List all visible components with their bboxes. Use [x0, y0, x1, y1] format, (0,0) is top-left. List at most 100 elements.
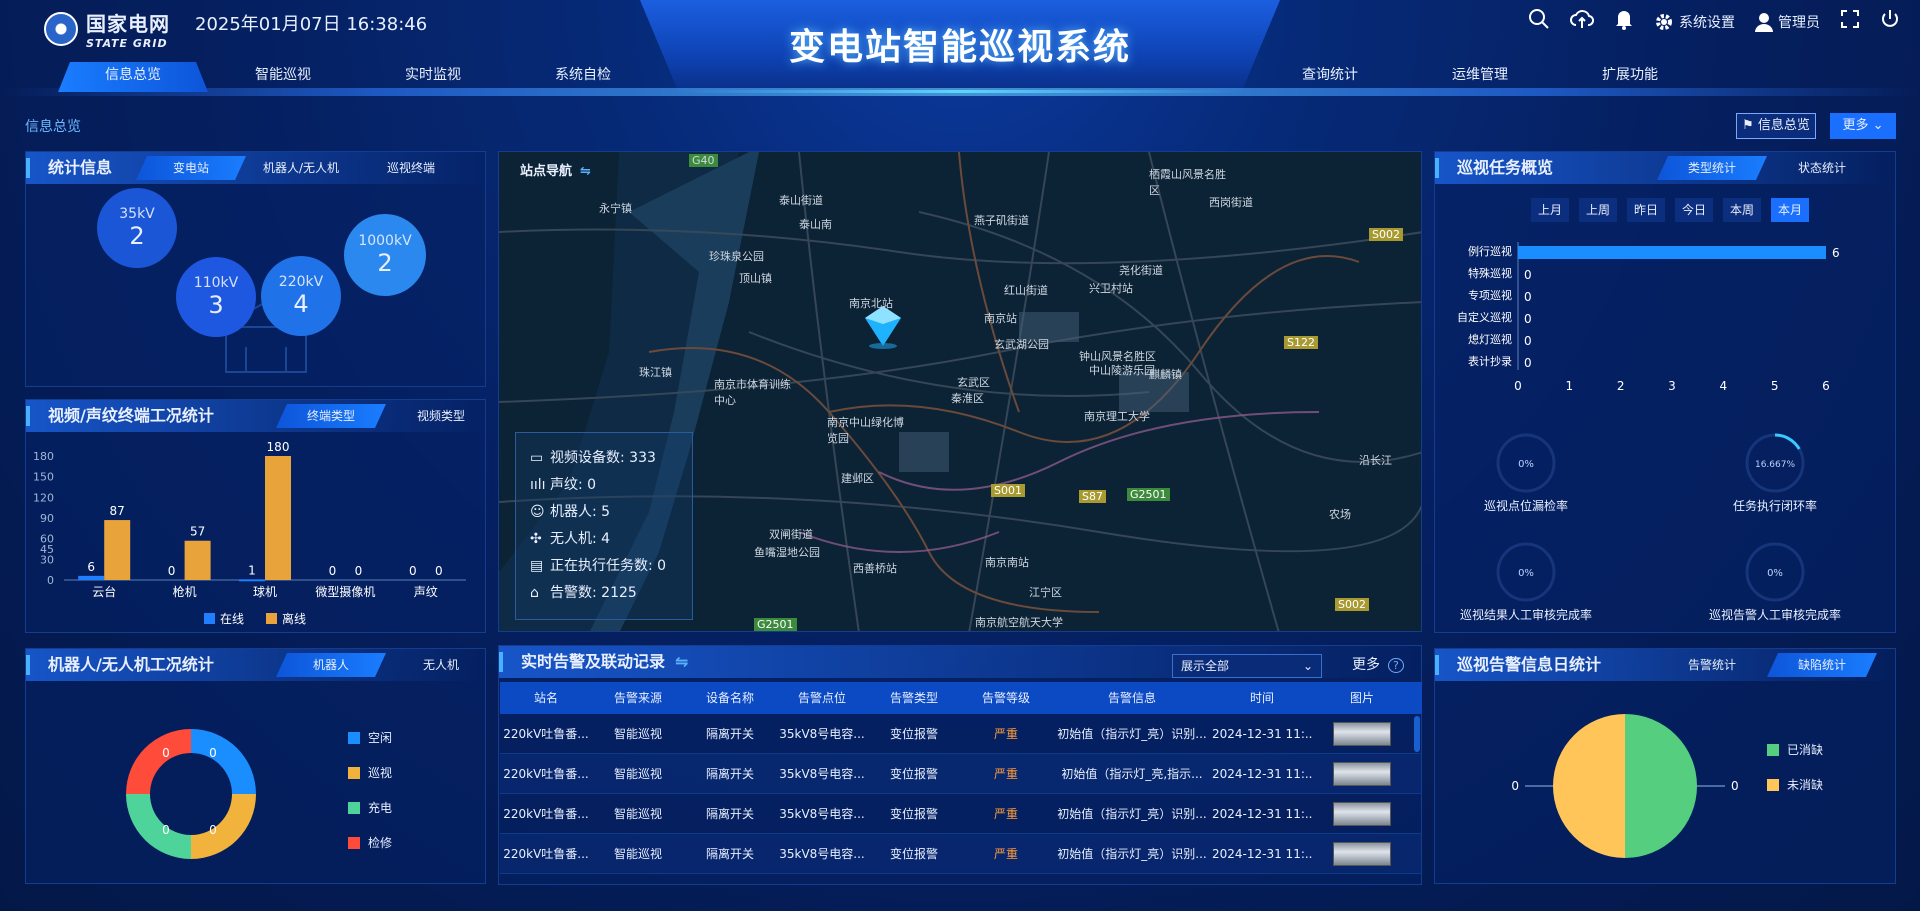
- alarm-thumbnail[interactable]: [1333, 762, 1391, 786]
- power-icon[interactable]: [1880, 9, 1900, 34]
- tab-video-type[interactable]: 视频类型: [386, 404, 496, 428]
- ring-value: 0%: [1767, 568, 1783, 579]
- cell-type: 变位报警: [889, 727, 938, 741]
- period-last-week[interactable]: 上周: [1579, 198, 1617, 222]
- map-place: 南京市体育训练中心: [714, 378, 791, 407]
- table-row[interactable]: 220kV吐鲁番... 智能巡视 隔离开关 35kV8号电容... 变位报警 严…: [500, 794, 1422, 834]
- pie-value-label: 0: [1511, 779, 1519, 793]
- legend-idle[interactable]: 空闲: [348, 729, 392, 746]
- col-device[interactable]: 设备名称: [684, 682, 776, 714]
- col-point[interactable]: 告警点位: [776, 682, 868, 714]
- slice-label: 0: [209, 823, 217, 837]
- map-place: 南京站: [984, 312, 1017, 325]
- nav-tab-overview[interactable]: 信息总览: [58, 62, 208, 92]
- tab-drone[interactable]: 无人机: [386, 653, 496, 677]
- bar-value-label: 0: [355, 564, 363, 578]
- tab-terminal[interactable]: 巡视终端: [356, 156, 466, 180]
- tab-substation[interactable]: 变电站: [136, 156, 246, 180]
- x-tick-label: 微型摄像机: [315, 584, 375, 599]
- alarm-filter-select[interactable]: 展示全部 ⌄: [1172, 654, 1322, 678]
- alarm-more-link[interactable]: 更多?: [1352, 654, 1404, 674]
- col-station[interactable]: 站名: [500, 682, 592, 714]
- col-source[interactable]: 告警来源: [592, 682, 684, 714]
- breadcrumb[interactable]: 信息总览: [25, 116, 81, 136]
- nav-tab-ops[interactable]: 运维管理: [1405, 62, 1555, 92]
- nav-tab-extension[interactable]: 扩展功能: [1555, 62, 1705, 92]
- cell-time: 2024-12-31 11:...: [1212, 767, 1312, 781]
- table-row[interactable]: 220kV吐鲁番... 智能巡视 隔离开关 35kV8号电容... 变位报警 严…: [500, 754, 1422, 794]
- col-level[interactable]: 告警等级: [960, 682, 1052, 714]
- map-place: 秦淮区: [951, 392, 984, 405]
- legend-fixed[interactable]: 已消缺: [1767, 741, 1823, 758]
- bubble-value: 2: [129, 222, 145, 250]
- col-type[interactable]: 告警类型: [868, 682, 960, 714]
- cell-source: 智能巡视: [613, 767, 662, 781]
- tab-defect-stats[interactable]: 缺陷统计: [1767, 653, 1877, 677]
- bubble-value: 4: [293, 290, 309, 318]
- search-icon[interactable]: [1528, 8, 1550, 35]
- cell-device: 隔离开关: [705, 727, 754, 741]
- table-scrollbar[interactable]: [1414, 716, 1420, 752]
- cell-time: 2024-12-31 11:...: [1212, 727, 1312, 741]
- tab-status-stats[interactable]: 状态统计: [1767, 156, 1877, 180]
- alarm-thumbnail[interactable]: [1333, 722, 1391, 746]
- map-place: 南京理工大学: [1084, 410, 1150, 423]
- map-place: 建邺区: [841, 472, 874, 485]
- bar-value-label: 57: [190, 525, 205, 539]
- table-row[interactable]: 220kV吐鲁番... 智能巡视 隔离开关 35kV8号电容... 变位报警 严…: [500, 714, 1422, 754]
- sound-wave-icon: ıılı: [530, 477, 546, 493]
- fullscreen-icon[interactable]: [1840, 9, 1860, 34]
- nav-tab-selfcheck[interactable]: 系统自检: [508, 62, 658, 92]
- legend-charge[interactable]: 充电: [348, 799, 392, 816]
- donut-slice-空闲: [191, 729, 256, 794]
- swap-icon[interactable]: ⇋: [675, 652, 688, 671]
- bubble-1000kv[interactable]: 1000kV 2: [344, 214, 426, 296]
- legend-repair[interactable]: 检修: [348, 834, 392, 851]
- map-place: 珍珠泉公园: [709, 250, 764, 263]
- settings-button[interactable]: 系统设置: [1654, 12, 1735, 32]
- period-yesterday[interactable]: 昨日: [1627, 198, 1665, 222]
- tab-type-stats[interactable]: 类型统计: [1657, 156, 1767, 180]
- tab-robot[interactable]: 机器人: [276, 653, 386, 677]
- map-nav-title[interactable]: 站点导航 ⇋: [520, 160, 591, 179]
- bubble-110kv[interactable]: 110kV 3: [176, 257, 256, 337]
- alarm-thumbnail[interactable]: [1333, 842, 1391, 866]
- nav-tab-query[interactable]: 查询统计: [1255, 62, 1405, 92]
- nav-tab-patrol[interactable]: 智能巡视: [208, 62, 358, 92]
- more-button[interactable]: 更多 ⌄: [1830, 113, 1896, 139]
- table-row[interactable]: 220kV吐鲁番... 智能巡视 隔离开关 35kV8号电容... 变位报警 严…: [500, 834, 1422, 874]
- info-label: 无人机:: [550, 531, 597, 547]
- col-image[interactable]: 图片: [1312, 682, 1412, 714]
- tab-robot-drone[interactable]: 机器人/无人机: [246, 156, 356, 180]
- tab-alarm-stats[interactable]: 告警统计: [1657, 653, 1767, 677]
- period-this-month[interactable]: 本月: [1771, 198, 1809, 222]
- y-tick-label: 例行巡视: [1468, 244, 1512, 258]
- map-place: 鱼嘴湿地公园: [754, 546, 820, 559]
- period-last-month[interactable]: 上月: [1531, 198, 1569, 222]
- terminal-status-bar-chart: 030456090120150180687云台057枪机1180球机0 0微型摄像…: [33, 440, 466, 626]
- cell-time: 2024-12-31 11:...: [1212, 807, 1312, 821]
- y-tick-label: 90: [40, 512, 54, 525]
- user-button[interactable]: 管理员: [1755, 12, 1820, 32]
- bubble-220kv[interactable]: 220kV 4: [261, 256, 341, 336]
- home-alarm-icon: ⌂: [530, 585, 539, 601]
- tab-terminal-type[interactable]: 终端类型: [276, 404, 386, 428]
- cell-info: 初始值（指示灯_亮,指示...: [1061, 767, 1203, 781]
- period-today[interactable]: 今日: [1675, 198, 1713, 222]
- overview-button[interactable]: ⚑ 信息总览: [1736, 113, 1816, 139]
- cell-station: 220kV吐鲁番...: [503, 727, 589, 741]
- cloud-upload-icon[interactable]: [1570, 8, 1595, 35]
- legend-unfixed[interactable]: 未消缺: [1767, 776, 1823, 793]
- x-tick-label: 球机: [253, 585, 277, 599]
- bubble-35kv[interactable]: 35kV 2: [97, 188, 177, 268]
- period-this-week[interactable]: 本周: [1723, 198, 1761, 222]
- road-sign: S122: [1284, 336, 1318, 349]
- col-info[interactable]: 告警信息: [1052, 682, 1212, 714]
- bell-icon[interactable]: [1614, 8, 1634, 35]
- nav-tab-monitor[interactable]: 实时监视: [358, 62, 508, 92]
- y-tick-label: 180: [33, 450, 54, 463]
- alarm-thumbnail[interactable]: [1333, 802, 1391, 826]
- col-time[interactable]: 时间: [1212, 682, 1312, 714]
- panel-title: 视频/声纹终端工况统计: [48, 406, 214, 425]
- legend-patrol[interactable]: 巡视: [348, 764, 392, 781]
